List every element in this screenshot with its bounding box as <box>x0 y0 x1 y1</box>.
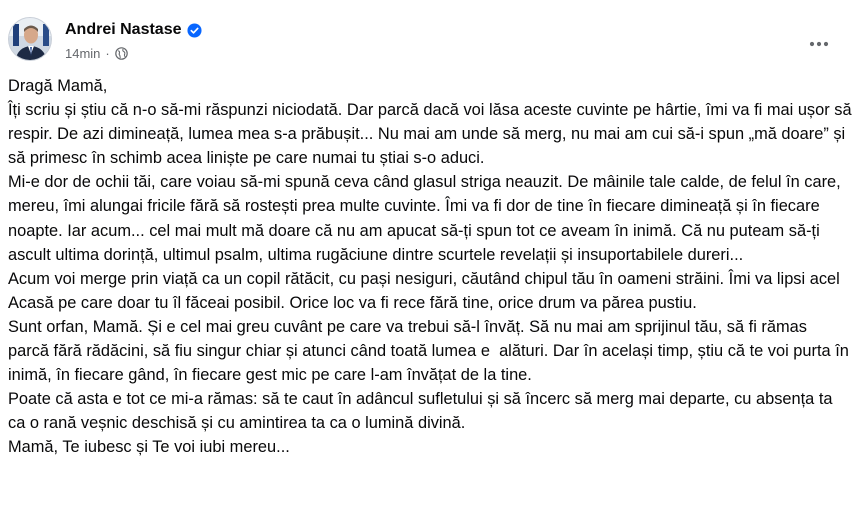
verified-badge-icon <box>186 22 202 38</box>
ellipsis-icon <box>809 41 829 47</box>
post-paragraph: Îți scriu și știu că n-o să-mi răspunzi … <box>8 101 857 168</box>
post-paragraph: Acum voi merge prin viață ca un copil ră… <box>8 269 844 312</box>
post-header: Andrei Nastase 14min · <box>8 14 849 66</box>
post-paragraph: Dragă Mamă, <box>8 77 108 95</box>
post-paragraph: Poate că asta e tot ce mi-a rămas: să te… <box>8 390 838 433</box>
post-paragraph: Sunt orfan, Mamă. Și e cel mai greu cuvâ… <box>8 317 854 385</box>
more-options-button[interactable] <box>801 26 837 62</box>
author-name-row: Andrei Nastase <box>65 19 202 41</box>
post-paragraph: Mi-e dor de ochii tăi, care voiau să-mi … <box>8 173 846 264</box>
facebook-post: Andrei Nastase 14min · Dragă Mamă, Îți s… <box>0 0 857 531</box>
author-avatar[interactable] <box>8 17 52 61</box>
post-paragraph: Mamă, Te iubesc și Te voi iubi mereu... <box>8 438 290 457</box>
meta-separator: · <box>105 45 110 61</box>
post-body: Dragă Mamă, Îți scriu și știu că n-o să-… <box>8 74 852 460</box>
post-timestamp[interactable]: 14min <box>65 46 100 61</box>
post-meta: 14min · <box>65 44 128 62</box>
author-name[interactable]: Andrei Nastase <box>65 21 182 39</box>
globe-icon[interactable] <box>114 46 128 60</box>
avatar-photo-icon <box>9 18 51 60</box>
